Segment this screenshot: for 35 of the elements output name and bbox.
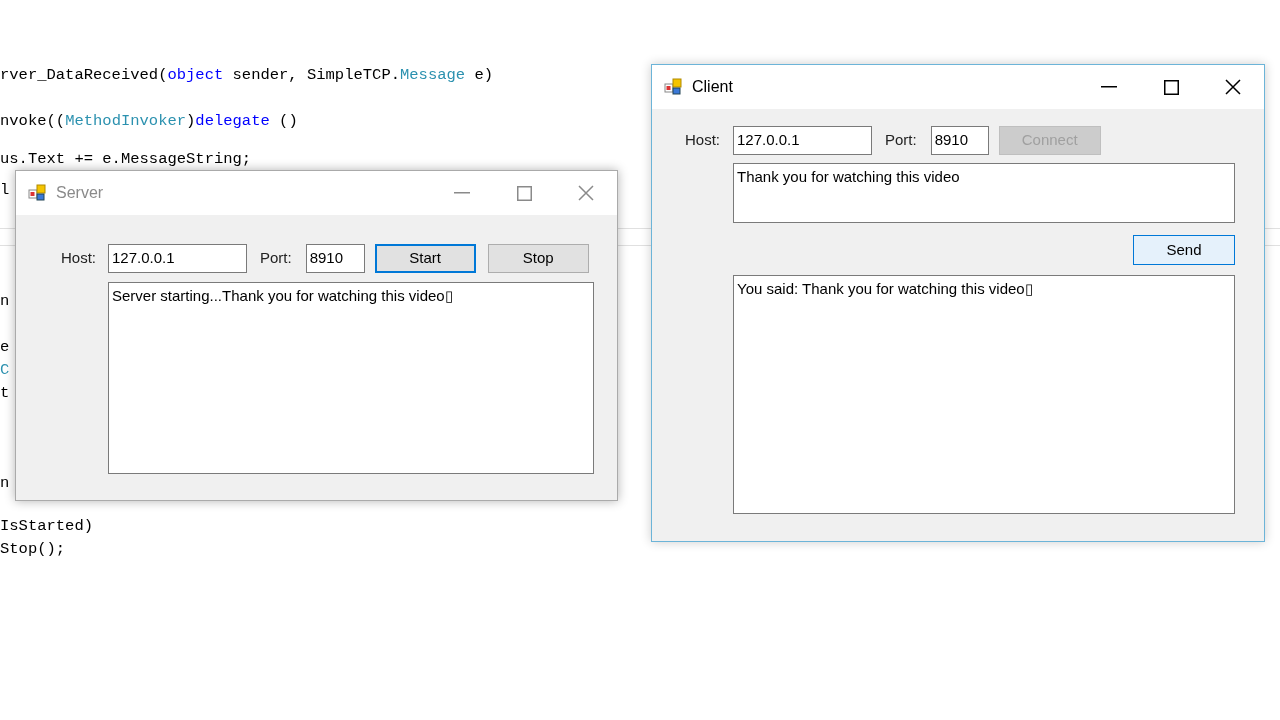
message-textbox[interactable]: Thank you for watching this video	[733, 163, 1235, 223]
code-line: n	[0, 475, 10, 492]
code-line: Stop();	[0, 541, 66, 558]
code-line: e	[0, 339, 10, 356]
window-title: Server	[56, 183, 104, 203]
close-icon	[578, 185, 594, 201]
port-label: Port:	[885, 130, 917, 151]
code-line: rver_DataReceived(object sender, SimpleTCP.Message e)	[0, 67, 493, 84]
minimize-icon	[454, 192, 470, 194]
code-line: l	[0, 182, 10, 199]
send-button[interactable]: Send	[1133, 235, 1235, 265]
code-line: t	[0, 385, 10, 402]
close-icon	[1225, 79, 1241, 95]
window-title: Client	[692, 77, 733, 97]
port-field[interactable]: 8910	[930, 126, 989, 155]
code-line: C	[0, 362, 10, 379]
host-label: Host:	[60, 248, 96, 269]
stop-button[interactable]: Stop	[487, 244, 589, 273]
maximize-icon	[1163, 79, 1179, 95]
log-textbox[interactable]: You said: Thank you for watching this video▯	[733, 275, 1235, 514]
code-line: us.Text += e.MessageString;	[0, 151, 252, 168]
maximize-icon	[516, 185, 532, 201]
host-field[interactable]: 127.0.0.1	[733, 126, 872, 155]
port-field[interactable]: 8910	[305, 244, 365, 273]
log-textbox[interactable]: Server starting...Thank you for watching this video▯	[108, 282, 594, 474]
host-field[interactable]: 127.0.0.1	[108, 244, 247, 273]
start-button[interactable]: Start	[374, 244, 476, 273]
app-icon	[664, 78, 682, 96]
app-icon	[28, 184, 46, 202]
code-line: IsStarted)	[0, 518, 93, 535]
host-label: Host:	[684, 130, 720, 151]
code-line: n	[0, 293, 10, 310]
minimize-icon	[1101, 86, 1117, 88]
port-label: Port:	[260, 248, 292, 269]
code-line: nvoke((MethodInvoker)delegate ()	[0, 113, 298, 130]
